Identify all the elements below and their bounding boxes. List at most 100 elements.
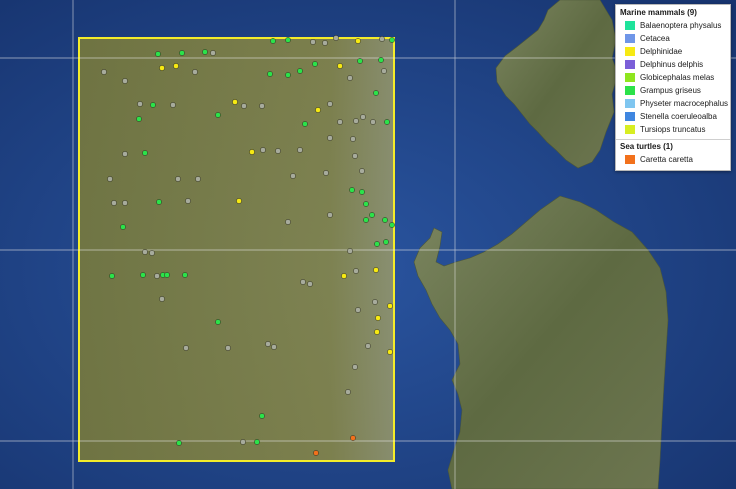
sighting-marker[interactable] bbox=[149, 250, 155, 256]
sighting-marker[interactable] bbox=[382, 217, 388, 223]
sighting-marker[interactable] bbox=[122, 200, 128, 206]
sighting-marker[interactable] bbox=[215, 319, 221, 325]
sighting-marker[interactable] bbox=[350, 136, 356, 142]
sighting-marker[interactable] bbox=[378, 57, 384, 63]
sighting-marker[interactable] bbox=[375, 315, 381, 321]
sighting-marker[interactable] bbox=[383, 239, 389, 245]
map-view[interactable]: Marine mammals (9) Balaenoptera physalus… bbox=[0, 0, 736, 489]
sighting-marker[interactable] bbox=[374, 241, 380, 247]
sighting-marker[interactable] bbox=[379, 36, 385, 42]
sighting-marker[interactable] bbox=[312, 61, 318, 67]
sighting-marker[interactable] bbox=[297, 147, 303, 153]
sighting-marker[interactable] bbox=[232, 99, 238, 105]
sighting-marker[interactable] bbox=[285, 72, 291, 78]
sighting-marker[interactable] bbox=[355, 38, 361, 44]
sighting-marker[interactable] bbox=[210, 50, 216, 56]
sighting-marker[interactable] bbox=[107, 176, 113, 182]
sighting-marker[interactable] bbox=[183, 345, 189, 351]
sighting-marker[interactable] bbox=[302, 121, 308, 127]
legend-item-grampus-griseus[interactable]: Grampus griseus bbox=[616, 84, 730, 97]
sighting-marker[interactable] bbox=[363, 217, 369, 223]
sighting-marker[interactable] bbox=[155, 51, 161, 57]
sighting-marker[interactable] bbox=[369, 212, 375, 218]
sighting-marker[interactable] bbox=[359, 168, 365, 174]
sighting-marker[interactable] bbox=[225, 345, 231, 351]
sighting-marker[interactable] bbox=[202, 49, 208, 55]
sighting-marker[interactable] bbox=[109, 273, 115, 279]
sighting-marker[interactable] bbox=[285, 37, 291, 43]
sighting-marker[interactable] bbox=[363, 201, 369, 207]
sighting-marker[interactable] bbox=[111, 200, 117, 206]
sighting-marker[interactable] bbox=[373, 267, 379, 273]
sighting-marker[interactable] bbox=[322, 40, 328, 46]
sighting-marker[interactable] bbox=[387, 303, 393, 309]
sighting-marker[interactable] bbox=[241, 103, 247, 109]
sighting-marker[interactable] bbox=[327, 101, 333, 107]
sighting-marker[interactable] bbox=[195, 176, 201, 182]
sighting-marker[interactable] bbox=[349, 187, 355, 193]
sighting-marker[interactable] bbox=[236, 198, 242, 204]
sighting-marker[interactable] bbox=[333, 35, 339, 41]
sighting-marker[interactable] bbox=[182, 272, 188, 278]
legend-item-stenella-coeruleoalba[interactable]: Stenella coeruleoalba bbox=[616, 110, 730, 123]
sighting-marker[interactable] bbox=[265, 341, 271, 347]
sighting-marker[interactable] bbox=[101, 69, 107, 75]
sighting-marker[interactable] bbox=[159, 65, 165, 71]
sighting-marker[interactable] bbox=[359, 189, 365, 195]
sighting-marker[interactable] bbox=[347, 75, 353, 81]
sighting-marker[interactable] bbox=[260, 147, 266, 153]
sighting-marker[interactable] bbox=[307, 281, 313, 287]
sighting-marker[interactable] bbox=[175, 176, 181, 182]
sighting-marker[interactable] bbox=[373, 90, 379, 96]
sighting-marker[interactable] bbox=[389, 222, 395, 228]
legend-item-tursiops-truncatus[interactable]: Tursiops truncatus bbox=[616, 123, 730, 136]
legend-item-cetacea[interactable]: Cetacea bbox=[616, 32, 730, 45]
sighting-marker[interactable] bbox=[323, 170, 329, 176]
sighting-marker[interactable] bbox=[173, 63, 179, 69]
sighting-marker[interactable] bbox=[285, 219, 291, 225]
sighting-marker[interactable] bbox=[337, 63, 343, 69]
sighting-marker[interactable] bbox=[136, 116, 142, 122]
sighting-marker[interactable] bbox=[374, 329, 380, 335]
sighting-marker[interactable] bbox=[122, 78, 128, 84]
sighting-marker[interactable] bbox=[341, 273, 347, 279]
sighting-marker[interactable] bbox=[176, 440, 182, 446]
sighting-marker[interactable] bbox=[249, 149, 255, 155]
sighting-marker[interactable] bbox=[350, 435, 356, 441]
sighting-marker[interactable] bbox=[185, 198, 191, 204]
sighting-marker[interactable] bbox=[240, 439, 246, 445]
sighting-marker[interactable] bbox=[271, 344, 277, 350]
sighting-marker[interactable] bbox=[120, 224, 126, 230]
sighting-marker[interactable] bbox=[142, 249, 148, 255]
sighting-marker[interactable] bbox=[327, 135, 333, 141]
sighting-marker[interactable] bbox=[156, 199, 162, 205]
sighting-marker[interactable] bbox=[310, 39, 316, 45]
legend-item-caretta-caretta[interactable]: Caretta caretta bbox=[616, 153, 730, 166]
sighting-marker[interactable] bbox=[122, 151, 128, 157]
sighting-marker[interactable] bbox=[387, 349, 393, 355]
sighting-marker[interactable] bbox=[357, 58, 363, 64]
sighting-marker[interactable] bbox=[137, 101, 143, 107]
sighting-marker[interactable] bbox=[313, 450, 319, 456]
sighting-marker[interactable] bbox=[150, 102, 156, 108]
sighting-marker[interactable] bbox=[270, 38, 276, 44]
sighting-marker[interactable] bbox=[345, 389, 351, 395]
sighting-marker[interactable] bbox=[259, 413, 265, 419]
sighting-marker[interactable] bbox=[381, 68, 387, 74]
sighting-marker[interactable] bbox=[259, 103, 265, 109]
sighting-marker[interactable] bbox=[142, 150, 148, 156]
sighting-marker[interactable] bbox=[384, 119, 390, 125]
sighting-marker[interactable] bbox=[370, 119, 376, 125]
sighting-marker[interactable] bbox=[360, 114, 366, 120]
sighting-marker[interactable] bbox=[347, 248, 353, 254]
sighting-marker[interactable] bbox=[355, 307, 361, 313]
legend-item-delphinidae[interactable]: Delphinidae bbox=[616, 45, 730, 58]
sighting-marker[interactable] bbox=[353, 118, 359, 124]
sighting-marker[interactable] bbox=[154, 273, 160, 279]
sighting-marker[interactable] bbox=[179, 50, 185, 56]
sighting-marker[interactable] bbox=[352, 364, 358, 370]
sighting-marker[interactable] bbox=[215, 112, 221, 118]
sighting-marker[interactable] bbox=[164, 272, 170, 278]
sighting-marker[interactable] bbox=[254, 439, 260, 445]
sighting-marker[interactable] bbox=[290, 173, 296, 179]
